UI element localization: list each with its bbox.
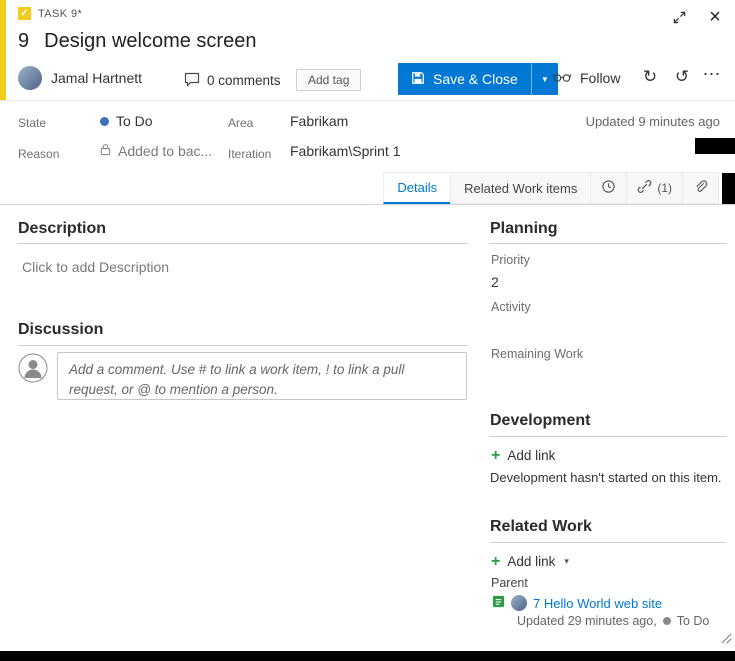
discussion-divider xyxy=(18,345,468,346)
development-heading: Development xyxy=(490,412,590,430)
task-type-icon: ✓ xyxy=(18,7,31,20)
reason-label: Reason xyxy=(18,147,59,161)
follow-button[interactable]: Follow xyxy=(552,70,620,86)
fields-section: State To Do Reason Added to bac... Area … xyxy=(0,101,735,171)
related-add-link-label: Add link xyxy=(507,554,555,569)
iteration-label: Iteration xyxy=(228,147,271,161)
area-label: Area xyxy=(228,116,253,130)
related-add-link-button[interactable]: + Add link ▾ xyxy=(491,554,569,569)
tab-details-label: Details xyxy=(397,180,437,195)
links-count: (1) xyxy=(657,181,672,195)
work-item-type-header: ✓ TASK 9* xyxy=(18,7,82,20)
comments-link[interactable]: 0 comments xyxy=(184,71,281,90)
iteration-value: Fabrikam\Sprint 1 xyxy=(290,143,400,159)
save-close-split-button: Save & Close ▼ xyxy=(398,63,558,95)
parent-work-item-link[interactable]: 7 Hello World web site xyxy=(533,596,662,611)
development-add-link-label: Add link xyxy=(507,448,555,463)
assignee-name: Jamal Hartnett xyxy=(51,70,142,86)
tab-links[interactable]: (1) xyxy=(626,172,683,204)
comment-input[interactable]: Add a comment. Use # to link a work item… xyxy=(57,352,467,400)
planning-heading: Planning xyxy=(490,220,558,238)
related-work-heading: Related Work xyxy=(490,518,592,536)
undo-button[interactable]: ↺ xyxy=(670,67,694,87)
tab-attachments[interactable] xyxy=(682,172,719,204)
reason-field: Added to bac... xyxy=(100,143,212,159)
plus-icon: + xyxy=(491,449,500,462)
bottom-black-bar xyxy=(0,651,735,661)
updated-timestamp: Updated 9 minutes ago xyxy=(586,114,720,129)
related-work-divider xyxy=(490,542,726,543)
backlog-item-type-icon xyxy=(492,595,505,611)
discussion-heading: Discussion xyxy=(18,321,103,339)
remaining-work-label: Remaining Work xyxy=(491,347,583,361)
assignee-avatar xyxy=(18,66,42,90)
add-tag-button[interactable]: Add tag xyxy=(296,69,361,91)
state-value: To Do xyxy=(116,113,153,129)
expand-icon[interactable] xyxy=(667,5,691,29)
tab-related-work-items[interactable]: Related Work items xyxy=(450,172,591,204)
area-picker[interactable]: Fabrikam xyxy=(290,113,348,129)
attachment-icon xyxy=(693,179,708,197)
current-user-avatar xyxy=(18,353,48,386)
description-editor[interactable]: Click to add Description xyxy=(22,259,169,275)
chevron-down-icon: ▾ xyxy=(564,556,569,567)
parent-state-value: To Do xyxy=(677,614,710,628)
reason-value: Added to bac... xyxy=(118,143,212,159)
caret-down-icon: ▼ xyxy=(541,75,549,84)
close-icon[interactable]: × xyxy=(703,5,727,29)
redacted-area xyxy=(695,138,735,154)
development-add-link-button[interactable]: + Add link xyxy=(491,448,555,463)
comments-count: 0 comments xyxy=(207,73,281,88)
lock-icon xyxy=(100,143,111,159)
area-value: Fabrikam xyxy=(290,113,348,129)
tab-bar: Details Related Work items (1) xyxy=(0,172,735,205)
refresh-button[interactable]: ↻ xyxy=(638,67,662,87)
parent-updated-text: Updated 29 minutes ago, xyxy=(517,614,657,628)
tab-history[interactable] xyxy=(590,172,627,204)
parent-assignee-avatar xyxy=(511,595,527,611)
iteration-picker[interactable]: Fabrikam\Sprint 1 xyxy=(290,143,400,159)
link-icon xyxy=(637,179,652,197)
priority-field[interactable]: 2 xyxy=(491,274,499,290)
work-item-type-color-bar xyxy=(0,0,6,101)
planning-divider xyxy=(490,243,726,244)
work-item-dialog: ✓ TASK 9* × 9 Design welcome screen Jama… xyxy=(0,0,735,661)
tab-details[interactable]: Details xyxy=(383,172,451,204)
activity-field[interactable] xyxy=(491,318,691,336)
parent-work-item-row: 7 Hello World web site xyxy=(492,595,662,611)
state-label: State xyxy=(18,116,46,130)
state-dot-icon xyxy=(100,117,109,126)
more-options-button[interactable]: ⋯ xyxy=(700,64,724,85)
save-icon xyxy=(411,71,425,88)
parent-state-dot-icon xyxy=(663,617,671,625)
resize-handle[interactable] xyxy=(721,631,732,647)
priority-label: Priority xyxy=(491,253,530,267)
work-item-type-label: TASK 9* xyxy=(38,8,82,20)
parent-meta-row: Updated 29 minutes ago, To Do xyxy=(517,614,709,628)
save-close-label: Save & Close xyxy=(433,71,518,87)
comment-icon xyxy=(184,71,200,90)
remaining-work-field[interactable] xyxy=(491,365,691,383)
follow-label: Follow xyxy=(580,70,620,86)
window-buttons: × xyxy=(667,5,727,29)
development-divider xyxy=(490,436,726,437)
activity-label: Activity xyxy=(491,300,531,314)
plus-icon: + xyxy=(491,555,500,568)
title-row: 9 Design welcome screen xyxy=(18,30,256,53)
description-heading: Description xyxy=(18,220,106,238)
assignee-picker[interactable]: Jamal Hartnett xyxy=(18,66,142,90)
work-item-title[interactable]: Design welcome screen xyxy=(44,30,256,53)
follow-icon xyxy=(552,70,572,86)
work-item-id: 9 xyxy=(18,30,29,53)
tab-related-label: Related Work items xyxy=(464,181,577,196)
state-picker[interactable]: To Do xyxy=(100,113,153,129)
redacted-area xyxy=(722,173,735,204)
development-empty-message: Development hasn't started on this item. xyxy=(490,470,722,485)
save-close-button[interactable]: Save & Close xyxy=(398,63,531,95)
parent-group-label: Parent xyxy=(491,576,528,590)
history-icon xyxy=(601,179,616,197)
description-divider xyxy=(18,243,468,244)
check-glyph: ✓ xyxy=(20,8,28,19)
